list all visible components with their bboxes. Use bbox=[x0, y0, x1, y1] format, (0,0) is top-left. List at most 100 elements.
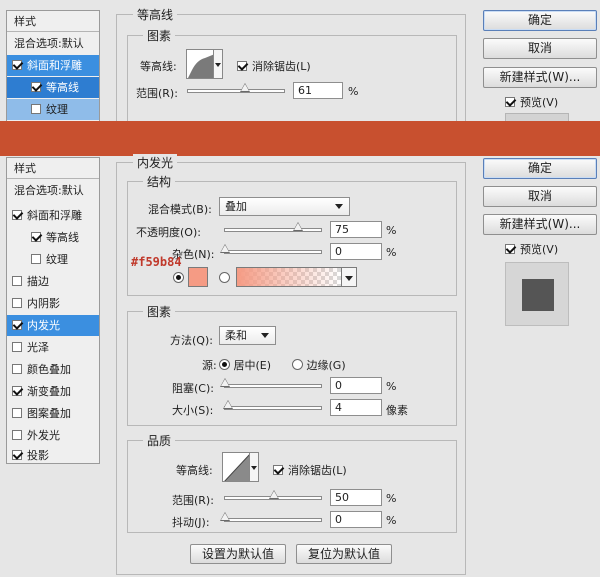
top-antialias-checkbox[interactable] bbox=[237, 61, 247, 71]
style-texture[interactable]: 纹理 bbox=[7, 249, 99, 270]
top-range-thumb[interactable] bbox=[240, 83, 250, 92]
quality-range-thumb[interactable] bbox=[269, 490, 279, 499]
noise-thumb[interactable] bbox=[220, 244, 230, 253]
source-edge-radio[interactable] bbox=[292, 359, 303, 370]
make-default-button[interactable]: 设置为默认值 bbox=[190, 544, 286, 564]
glow-color-swatch[interactable] bbox=[188, 267, 208, 287]
opacity-input[interactable]: 75 bbox=[330, 221, 382, 238]
size-thumb[interactable] bbox=[223, 400, 233, 409]
style-inner-shadow[interactable]: 内阴影 bbox=[7, 293, 99, 314]
noise-slider[interactable] bbox=[220, 244, 322, 254]
satin-checkbox[interactable] bbox=[12, 342, 22, 352]
style-pattern-overlay[interactable]: 图案叠加 bbox=[7, 403, 99, 424]
source-edge-option[interactable]: 边缘(G) bbox=[292, 357, 346, 373]
quality-contour-picker[interactable] bbox=[222, 452, 250, 482]
gradient-overlay-checkbox[interactable] bbox=[12, 386, 22, 396]
ok-button[interactable]: 确定 bbox=[483, 158, 597, 179]
quality-range-label: 范围(R): bbox=[172, 494, 214, 507]
choke-slider[interactable] bbox=[220, 378, 322, 388]
style-color-overlay[interactable]: 颜色叠加 bbox=[7, 359, 99, 380]
style-drop-shadow[interactable]: 投影 bbox=[7, 447, 99, 464]
top-preview[interactable]: 预览(V) bbox=[505, 94, 558, 110]
size-slider[interactable] bbox=[223, 400, 322, 410]
top-dialog: 样式 混合选项:默认 斜面和浮雕 等高线 纹理 等高线 图素 等高线: 消除锯齿… bbox=[0, 0, 600, 121]
opacity-thumb[interactable] bbox=[293, 222, 303, 231]
top-texture-checkbox[interactable] bbox=[31, 104, 41, 114]
inner-glow-title: 内发光 bbox=[133, 154, 178, 171]
noise-input[interactable]: 0 bbox=[330, 243, 382, 260]
bevel-checkbox[interactable] bbox=[12, 210, 22, 220]
style-blend-options[interactable]: 混合选项:默认 bbox=[7, 180, 99, 201]
source-center-option[interactable]: 居中(E) bbox=[219, 357, 271, 373]
top-bevel-checkbox[interactable] bbox=[12, 60, 22, 70]
quality-contour-dropdown[interactable] bbox=[250, 452, 259, 482]
top-new-style-button[interactable]: 新建样式(W)... bbox=[483, 67, 597, 88]
choke-input[interactable]: 0 bbox=[330, 377, 382, 394]
drop-shadow-label: 投影 bbox=[27, 449, 49, 462]
top-style-contour[interactable]: 等高线 bbox=[7, 77, 99, 98]
bevel-label: 斜面和浮雕 bbox=[27, 209, 82, 222]
gradient-mode-radio[interactable] bbox=[219, 272, 230, 283]
elements-title: 图素 bbox=[143, 303, 176, 320]
drop-shadow-checkbox[interactable] bbox=[12, 450, 22, 460]
top-antialias-text: 消除锯齿(L) bbox=[252, 60, 311, 73]
pattern-overlay-checkbox[interactable] bbox=[12, 408, 22, 418]
top-cancel-button[interactable]: 取消 bbox=[483, 38, 597, 59]
quality-antialias[interactable]: 消除锯齿(L) bbox=[273, 462, 347, 478]
jitter-thumb[interactable] bbox=[220, 512, 230, 521]
choke-thumb[interactable] bbox=[220, 378, 230, 387]
jitter-input[interactable]: 0 bbox=[330, 511, 382, 528]
color-mode-radio[interactable] bbox=[173, 272, 184, 283]
top-preview-checkbox[interactable] bbox=[505, 97, 515, 107]
glow-gradient-picker[interactable] bbox=[236, 267, 342, 287]
outer-glow-checkbox[interactable] bbox=[12, 430, 22, 440]
color-overlay-checkbox[interactable] bbox=[12, 364, 22, 374]
top-style-texture[interactable]: 纹理 bbox=[7, 99, 99, 120]
inner-shadow-checkbox[interactable] bbox=[12, 298, 22, 308]
style-satin[interactable]: 光泽 bbox=[7, 337, 99, 358]
top-contour-dropdown[interactable] bbox=[214, 49, 223, 79]
top-range-input[interactable]: 61 bbox=[293, 82, 343, 99]
cancel-button[interactable]: 取消 bbox=[483, 186, 597, 207]
top-antialias[interactable]: 消除锯齿(L) bbox=[237, 58, 311, 74]
blend-mode-select[interactable]: 叠加 bbox=[219, 197, 350, 216]
style-gradient-overlay[interactable]: 渐变叠加 bbox=[7, 381, 99, 402]
top-range-slider[interactable] bbox=[187, 83, 285, 93]
style-outer-glow[interactable]: 外发光 bbox=[7, 425, 99, 446]
source-center-radio[interactable] bbox=[219, 359, 230, 370]
stroke-checkbox[interactable] bbox=[12, 276, 22, 286]
style-bevel[interactable]: 斜面和浮雕 bbox=[7, 205, 99, 226]
style-contour[interactable]: 等高线 bbox=[7, 227, 99, 248]
opacity-slider[interactable] bbox=[224, 222, 322, 232]
top-style-bevel[interactable]: 斜面和浮雕 bbox=[7, 55, 99, 76]
method-select[interactable]: 柔和 bbox=[219, 326, 276, 345]
top-contour-picker[interactable] bbox=[186, 49, 214, 79]
method-value: 柔和 bbox=[225, 329, 247, 342]
texture-checkbox[interactable] bbox=[31, 254, 41, 264]
style-inner-glow[interactable]: 内发光 bbox=[7, 315, 99, 336]
preview-checkbox[interactable] bbox=[505, 244, 515, 254]
top-ok-button[interactable]: 确定 bbox=[483, 10, 597, 31]
glow-gradient-dropdown[interactable] bbox=[342, 267, 357, 287]
top-preview-thumbnail bbox=[505, 113, 569, 121]
quality-range-input[interactable]: 50 bbox=[330, 489, 382, 506]
method-label: 方法(Q): bbox=[170, 334, 213, 347]
quality-antialias-checkbox[interactable] bbox=[273, 465, 283, 475]
top-styles-list: 样式 混合选项:默认 斜面和浮雕 等高线 纹理 bbox=[6, 10, 100, 121]
reset-default-button[interactable]: 复位为默认值 bbox=[296, 544, 392, 564]
jitter-slider[interactable] bbox=[220, 512, 322, 522]
source-edge-text: 边缘(G) bbox=[306, 359, 346, 372]
inner-glow-label: 内发光 bbox=[27, 319, 60, 332]
top-style-blend-options[interactable]: 混合选项:默认 bbox=[7, 33, 99, 54]
stroke-label: 描边 bbox=[27, 275, 49, 288]
new-style-button[interactable]: 新建样式(W)... bbox=[483, 214, 597, 235]
size-input[interactable]: 4 bbox=[330, 399, 382, 416]
top-contour-checkbox[interactable] bbox=[31, 82, 41, 92]
style-stroke[interactable]: 描边 bbox=[7, 271, 99, 292]
preview-toggle[interactable]: 预览(V) bbox=[505, 241, 558, 257]
contour-checkbox[interactable] bbox=[31, 232, 41, 242]
inner-glow-checkbox[interactable] bbox=[12, 320, 22, 330]
quality-range-slider[interactable] bbox=[224, 490, 322, 500]
jitter-label: 抖动(J): bbox=[172, 516, 210, 529]
satin-label: 光泽 bbox=[27, 341, 49, 354]
